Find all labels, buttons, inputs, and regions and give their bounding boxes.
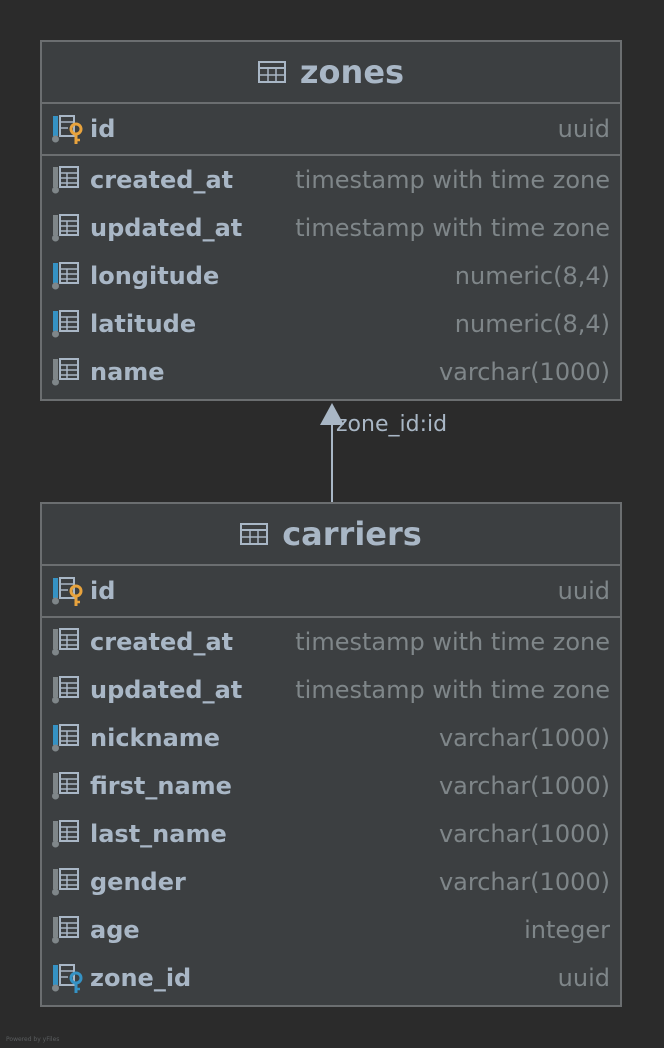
column-row-updated-at[interactable]: updated_at timestamp with time zone	[42, 666, 620, 714]
column-row-nickname[interactable]: nickname varchar(1000)	[42, 714, 620, 762]
table-header[interactable]: carriers	[42, 504, 620, 566]
foreign-key-column-icon	[52, 963, 84, 993]
indexed-column-icon	[52, 261, 84, 291]
table-title: zones	[299, 53, 405, 91]
carriers-table[interactable]: carriers id uuid created_at timestamp with…	[40, 502, 622, 1007]
indexed-column-icon	[52, 723, 84, 753]
relationship-label: zone_id:id	[336, 412, 448, 437]
table-title: carriers	[282, 515, 422, 553]
column-name: name	[90, 358, 165, 386]
column-row-longitude[interactable]: longitude numeric(8,4)	[42, 252, 620, 300]
column-type: varchar(1000)	[438, 868, 610, 896]
column-row-first-name[interactable]: first_name varchar(1000)	[42, 762, 620, 810]
primary-key-column-icon	[52, 114, 84, 144]
column-type: varchar(1000)	[438, 820, 610, 848]
table-header[interactable]: zones	[42, 42, 620, 104]
column-type: integer	[524, 916, 610, 944]
column-name: zone_id	[90, 964, 192, 992]
column-row-age[interactable]: age integer	[42, 906, 620, 954]
column-name: updated_at	[90, 676, 243, 704]
column-type: numeric(8,4)	[454, 310, 610, 338]
column-icon	[52, 771, 84, 801]
column-row-gender[interactable]: gender varchar(1000)	[42, 858, 620, 906]
primary-key-column-icon	[52, 576, 84, 606]
column-icon	[52, 819, 84, 849]
column-row-created-at[interactable]: created_at timestamp with time zone	[42, 618, 620, 666]
column-name: first_name	[90, 772, 232, 800]
column-name: nickname	[90, 724, 221, 752]
column-type: numeric(8,4)	[454, 262, 610, 290]
column-name: latitude	[90, 310, 197, 338]
column-row-updated-at[interactable]: updated_at timestamp with time zone	[42, 204, 620, 252]
column-row-id[interactable]: id uuid	[42, 104, 620, 154]
column-type: varchar(1000)	[438, 358, 610, 386]
column-name: created_at	[90, 628, 234, 656]
column-row-id[interactable]: id uuid	[42, 566, 620, 616]
column-name: id	[90, 115, 116, 143]
zones-table[interactable]: zones id uuid created_at timestamp with ti…	[40, 40, 622, 401]
column-icon	[52, 627, 84, 657]
table-icon	[240, 523, 269, 545]
column-name: id	[90, 577, 116, 605]
primary-key-section: id uuid	[42, 104, 620, 156]
indexed-column-icon	[52, 309, 84, 339]
column-row-created-at[interactable]: created_at timestamp with time zone	[42, 156, 620, 204]
columns-section: created_at timestamp with time zone updat…	[42, 618, 620, 1002]
column-type: uuid	[557, 964, 610, 992]
column-icon	[52, 915, 84, 945]
column-row-latitude[interactable]: latitude numeric(8,4)	[42, 300, 620, 348]
column-name: last_name	[90, 820, 227, 848]
column-row-name[interactable]: name varchar(1000)	[42, 348, 620, 396]
column-name: created_at	[90, 166, 234, 194]
column-icon	[52, 357, 84, 387]
column-type: varchar(1000)	[438, 724, 610, 752]
column-name: updated_at	[90, 214, 243, 242]
column-type: uuid	[557, 115, 610, 143]
column-icon	[52, 675, 84, 705]
column-type: timestamp with time zone	[295, 628, 610, 656]
column-type: varchar(1000)	[438, 772, 610, 800]
column-icon	[52, 867, 84, 897]
column-type: timestamp with time zone	[295, 676, 610, 704]
column-name: longitude	[90, 262, 220, 290]
column-icon	[52, 165, 84, 195]
column-row-last-name[interactable]: last_name varchar(1000)	[42, 810, 620, 858]
column-icon	[52, 213, 84, 243]
table-icon	[257, 61, 286, 83]
column-type: timestamp with time zone	[295, 214, 610, 242]
primary-key-section: id uuid	[42, 566, 620, 618]
watermark: Powered by yFiles	[6, 1036, 60, 1043]
columns-section: created_at timestamp with time zone updat…	[42, 156, 620, 396]
column-name: age	[90, 916, 140, 944]
column-type: uuid	[557, 577, 610, 605]
column-name: gender	[90, 868, 186, 896]
column-row-zone-id[interactable]: zone_id uuid	[42, 954, 620, 1002]
column-type: timestamp with time zone	[295, 166, 610, 194]
